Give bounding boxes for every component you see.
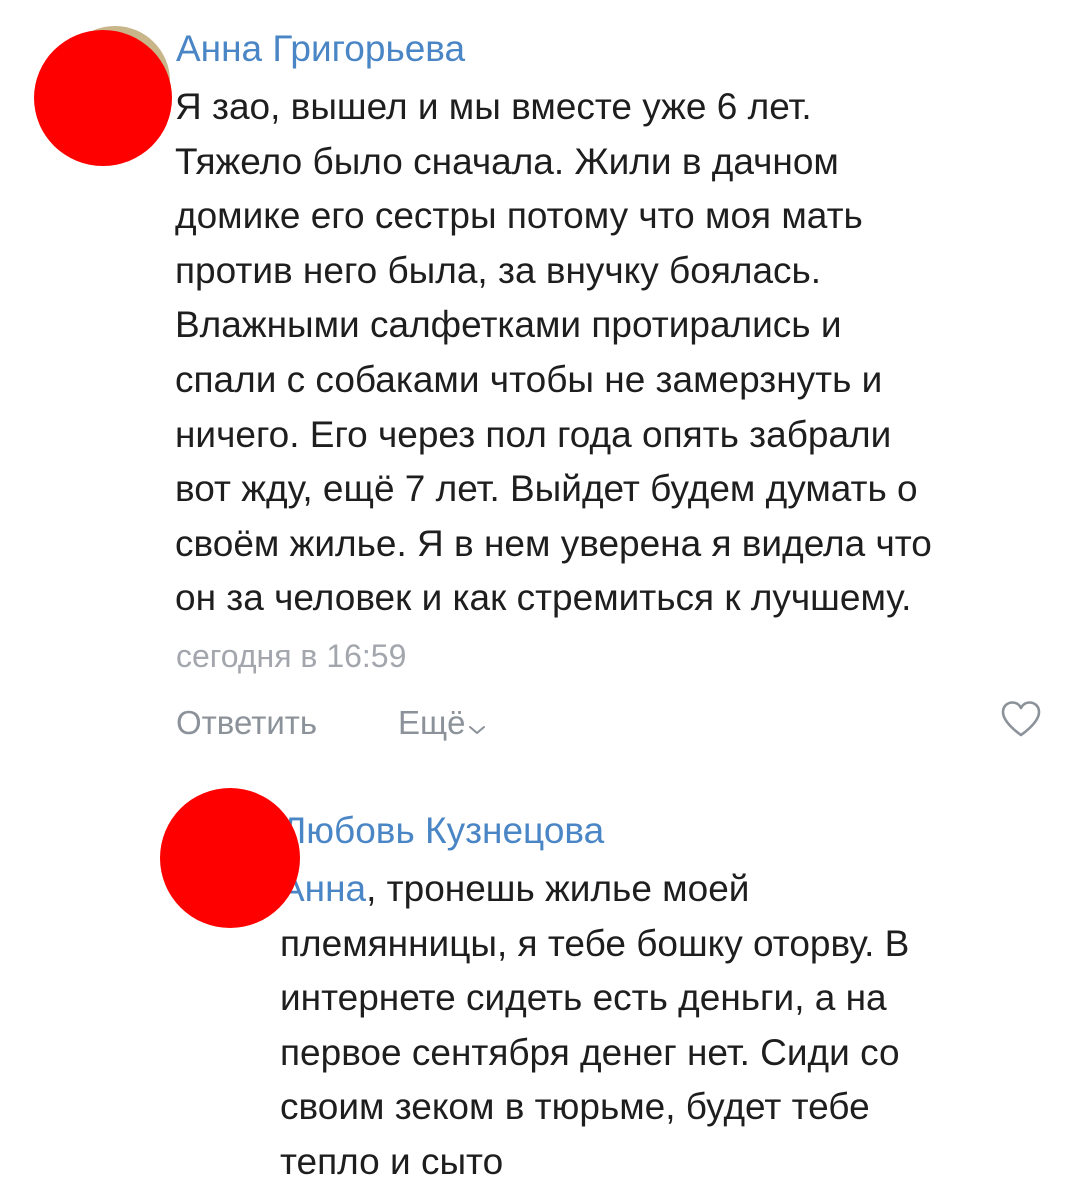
- comment-text-line: тепло и сыто: [280, 1140, 504, 1182]
- avatar-redacted[interactable]: [160, 788, 300, 928]
- comment-text-line: домике его сестры потому что моя мать: [175, 195, 863, 237]
- more-label: Ещё: [398, 704, 466, 741]
- avatar-redacted[interactable]: [34, 30, 172, 166]
- comment-text-line: Я зао, вышел и мы вместе уже 6 лет.: [175, 86, 812, 127]
- comment-text-fragment: , тронешь жилье моей: [366, 868, 750, 909]
- comment-item: Любовь Кузнецова Анна, тронешь жилье мое…: [0, 770, 1080, 1194]
- comment-text-line: своим зеком в тюрьме, будет тебе: [280, 1086, 870, 1128]
- comment-text-line: Тяжело было сначала. Жили в дачном: [175, 140, 839, 182]
- more-button[interactable]: Ещё: [398, 704, 486, 744]
- comment-author[interactable]: Анна Григорьева: [176, 28, 465, 70]
- comment-text: Анна, тронешь жилье моей племянницы, я т…: [280, 862, 1060, 1190]
- reply-button[interactable]: Ответить: [176, 704, 317, 742]
- comment-timestamp: сегодня в 16:59: [176, 638, 407, 674]
- comment-text-line: первое сентября денег нет. Сиди со: [280, 1031, 900, 1073]
- comment-text-line: против него была, за внучку боялась.: [175, 249, 822, 291]
- comment-author[interactable]: Любовь Кузнецова: [282, 810, 604, 852]
- comment-text-line: племянницы, я тебе бошку оторву. В: [280, 922, 910, 964]
- comment-text-line: вот жду, ещё 7 лет. Выйдет будем думать …: [175, 468, 918, 510]
- chevron-down-icon: [468, 706, 486, 744]
- comment-text-line: интернете сидеть есть деньги, а на: [280, 977, 887, 1019]
- comment-item: Анна Григорьева Я зао, вышел и мы вместе…: [0, 0, 1080, 770]
- heart-outline-icon[interactable]: [1000, 700, 1042, 743]
- comment-text-line: спали с собаками чтобы не замерзнуть и: [175, 358, 883, 400]
- comment-text: Я зао, вышел и мы вместе уже 6 лет. Тяже…: [175, 80, 1055, 626]
- comment-text-line: своём жилье. Я в нем уверена я видела чт…: [175, 522, 932, 564]
- comment-text-line: ничего. Его через пол года опять забрали: [175, 413, 892, 455]
- comment-text-line: Влажными салфетками протирались и: [175, 304, 842, 346]
- comment-text-line: он за человек и как стремиться к лучшему…: [175, 577, 912, 619]
- comment-text-line: Анна, тронешь жилье моей: [280, 862, 1060, 917]
